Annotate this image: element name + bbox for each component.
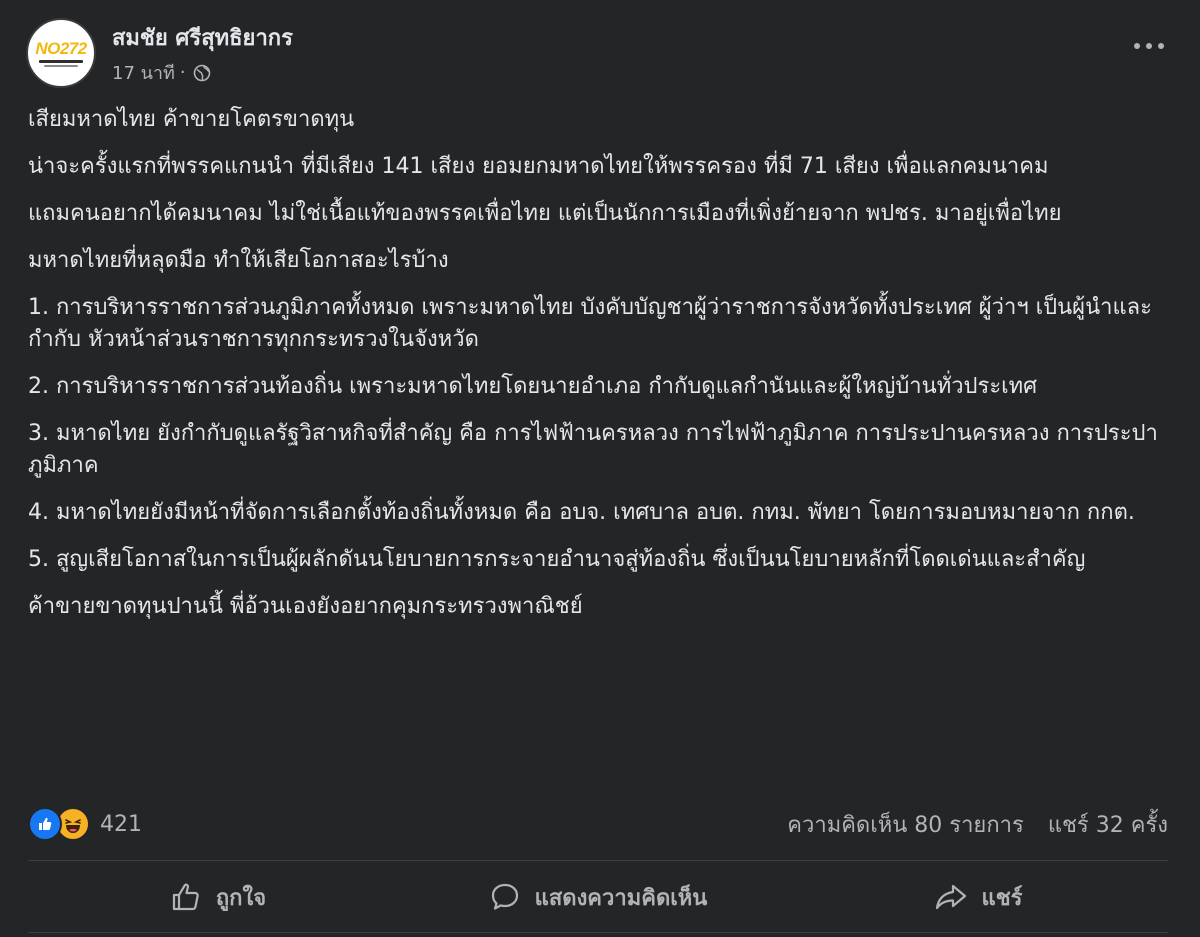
stats-right: ความคิดเห็น 80 รายการ แชร์ 32 ครั้ง	[763, 807, 1168, 842]
share-button-label: แชร์	[981, 885, 1023, 911]
author-name[interactable]: สมชัย ศรีสุทธิยากร	[112, 25, 293, 53]
avatar-logo-text: NO272	[35, 38, 87, 58]
post-paragraph: 5. สูญเสียโอกาสในการเป็นผู้ผลักดันนโยบาย…	[28, 547, 1086, 572]
avatar-logo-bar-small	[44, 64, 78, 67]
reactions-summary[interactable]: 421	[28, 807, 142, 841]
avatar[interactable]: NO272	[26, 18, 96, 88]
share-arrow-icon	[935, 884, 966, 910]
post-header-info: สมชัย ศรีสุทธิยากร 17 นาที ·	[112, 25, 293, 87]
share-count-link[interactable]: แชร์ 32 ครั้ง	[1048, 807, 1168, 842]
comment-button[interactable]: แสดงความคิดเห็น	[408, 866, 788, 928]
more-dot	[1146, 43, 1152, 49]
post-stats: 421 ความคิดเห็น 80 รายการ แชร์ 32 ครั้ง	[28, 805, 1168, 843]
post-meta: 17 นาที ·	[112, 58, 293, 87]
post-paragraph: 3. มหาดไทย ยังกำกับดูแลรัฐวิสาหกิจที่สำค…	[28, 421, 1158, 478]
like-icon	[28, 807, 62, 841]
share-button[interactable]: แชร์	[788, 866, 1168, 928]
post-time[interactable]: 17 นาที	[112, 58, 175, 87]
post-paragraph: 1. การบริหารราชการส่วนภูมิภาคทั้งหมด เพร…	[28, 295, 1152, 352]
more-dot	[1158, 43, 1164, 49]
more-dot	[1134, 43, 1140, 49]
post-body: เสียมหาดไทย ค้าขายโคตรขาดทุน น่าจะครั้งแ…	[28, 104, 1173, 638]
reaction-count: 421	[100, 811, 142, 837]
meta-separator: ·	[179, 62, 186, 83]
post-paragraph: น่าจะครั้งแรกที่พรรคแกนนำ ที่มีเสียง 141…	[28, 154, 1049, 179]
divider	[28, 860, 1168, 861]
more-options-icon[interactable]	[1134, 40, 1164, 52]
comment-count-link[interactable]: ความคิดเห็น 80 รายการ	[787, 807, 1024, 842]
post-paragraph: มหาดไทยที่หลุดมือ ทำให้เสียโอกาสอะไรบ้าง	[28, 248, 449, 273]
comment-icon	[491, 883, 518, 910]
globe-icon[interactable]	[193, 64, 211, 82]
post-paragraph: 2. การบริหารราชการส่วนท้องถิ่น เพราะมหาด…	[28, 374, 1038, 399]
comment-button-label: แสดงความคิดเห็น	[534, 885, 708, 911]
avatar-logo-bar	[39, 59, 83, 63]
like-button[interactable]: ถูกใจ	[28, 866, 408, 928]
post-header: NO272 สมชัย ศรีสุทธิยากร 17 นาที ·	[26, 18, 293, 88]
post-paragraph: เสียมหาดไทย ค้าขายโคตรขาดทุน	[28, 107, 355, 132]
divider-bottom	[28, 932, 1168, 933]
thumbs-up-icon	[172, 883, 199, 911]
post-paragraph: 4. มหาดไทยยังมีหน้าที่จัดการเลือกตั้งท้อ…	[28, 500, 1135, 525]
post-paragraph: แถมคนอยากได้คมนาคม ไม่ใช่เนื้อแท้ของพรรค…	[28, 201, 1062, 226]
post-actions: ถูกใจ แสดงความคิดเห็น แชร์	[28, 866, 1168, 928]
like-button-label: ถูกใจ	[215, 885, 267, 911]
post-paragraph: ค้าขายขาดทุนปานนี้ พี่อ้วนเองยังอยากคุมก…	[28, 594, 583, 619]
facebook-post: NO272 สมชัย ศรีสุทธิยากร 17 นาที · เสียม…	[0, 0, 1200, 937]
